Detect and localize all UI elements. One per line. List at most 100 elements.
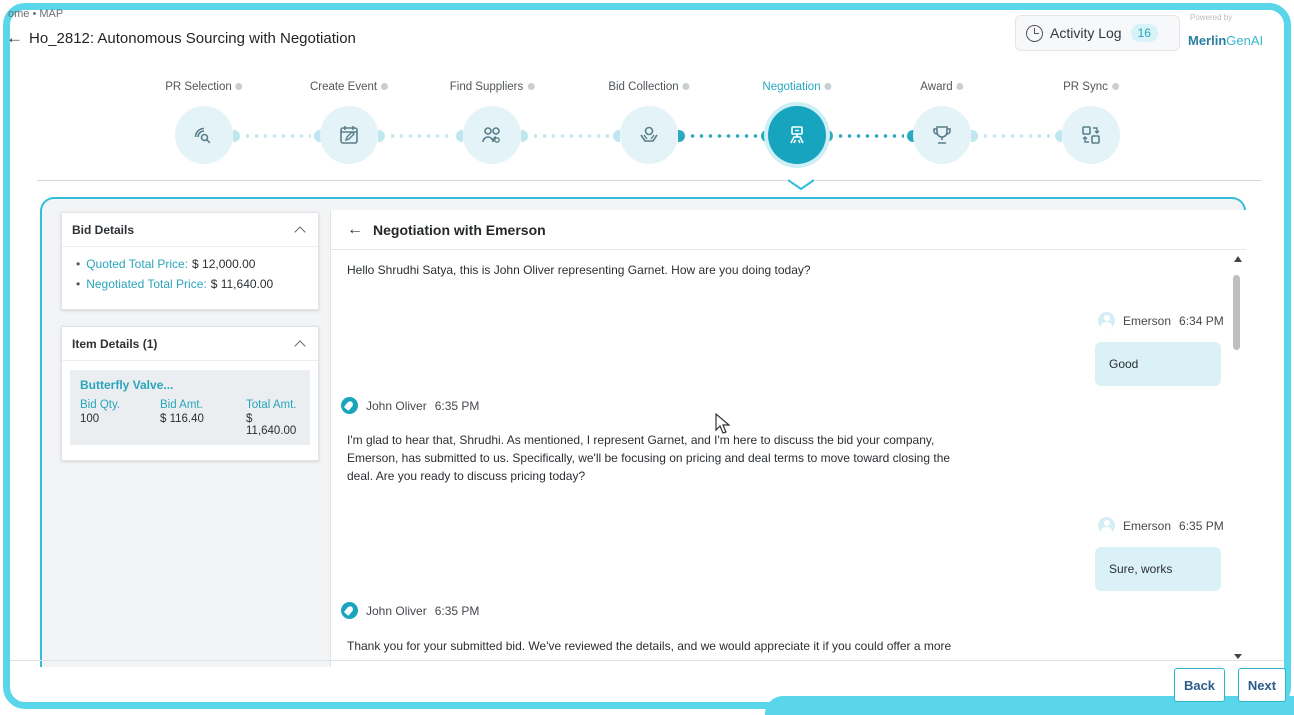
step-label-award[interactable]: Award <box>920 81 964 93</box>
people-search-icon <box>482 127 500 143</box>
total-amt-header: Total Amt. <box>246 399 297 411</box>
step-label-pr-selection[interactable]: PR Selection <box>165 81 243 93</box>
status-dot-icon <box>527 83 535 91</box>
step-connector <box>378 130 463 142</box>
trophy-icon <box>933 126 951 144</box>
reply-bubble: Sure, works <box>1095 547 1221 591</box>
chat-header: ← Negotiation with Emerson <box>331 210 1246 250</box>
hand-coin-icon <box>640 126 658 142</box>
title-row: ← Ho_2812: Autonomous Sourcing with Nego… <box>6 28 356 48</box>
step-connector <box>521 130 620 142</box>
sender-name: John Oliver <box>366 603 427 618</box>
status-dot-icon <box>235 83 243 91</box>
step-create-event[interactable] <box>320 106 378 164</box>
step-pr-selection[interactable] <box>175 106 233 164</box>
stepper-divider <box>37 180 1262 181</box>
user-avatar-icon <box>1098 517 1115 534</box>
step-connector <box>233 130 321 142</box>
step-connector-active <box>826 130 914 142</box>
message-sender: John Oliver 6:35 PM <box>341 397 479 414</box>
active-step-caret-icon <box>788 179 814 190</box>
step-label-text: PR Sync <box>1063 81 1108 93</box>
chat-scrollbar-thumb[interactable] <box>1233 275 1240 350</box>
step-label-negotiation[interactable]: Negotiation <box>762 81 832 93</box>
back-arrow-icon[interactable]: ← <box>6 28 23 48</box>
bid-amt-header: Bid Amt. <box>160 399 203 411</box>
sync-icon <box>1082 126 1100 144</box>
item-row[interactable]: Butterfly Valve... Bid Qty. Bid Amt. Tot… <box>70 370 310 445</box>
message-time: 6:35 PM <box>1179 518 1224 533</box>
bid-details-card: Bid Details Quoted Total Price:$ 12,000.… <box>61 212 319 310</box>
status-dot-icon <box>956 83 964 91</box>
back-button[interactable]: Back <box>1174 668 1225 702</box>
step-label-find-suppliers[interactable]: Find Suppliers <box>450 81 535 93</box>
step-bid-collection[interactable] <box>620 106 678 164</box>
quoted-price-value: $ 12,000.00 <box>192 257 256 271</box>
status-dot-icon <box>824 83 832 91</box>
footer-divider <box>10 660 1284 661</box>
step-award[interactable] <box>913 106 971 164</box>
bid-amt-value: $ 116.40 <box>160 413 204 425</box>
status-dot-icon <box>682 83 690 91</box>
message-time: 6:34 PM <box>1179 313 1224 328</box>
sender-name: Emerson <box>1123 313 1172 328</box>
negotiated-price-value: $ 11,640.00 <box>210 277 274 291</box>
sender-name: Emerson <box>1123 518 1172 533</box>
message-line: Emerson, has submitted to us. Specifical… <box>347 451 951 465</box>
step-negotiation[interactable] <box>768 106 826 164</box>
page-title: Ho_2812: Autonomous Sourcing with Negoti… <box>29 29 356 47</box>
item-details-header[interactable]: Item Details (1) <box>62 327 318 361</box>
bot-avatar-icon <box>341 602 358 619</box>
bid-qty-header: Bid Qty. <box>80 399 121 411</box>
sender-name: John Oliver <box>366 398 427 413</box>
activity-log-button[interactable]: Activity Log 16 <box>1015 15 1180 51</box>
reply-text: Sure, works <box>1109 562 1173 576</box>
item-details-title: Item Details (1) <box>72 336 158 351</box>
scroll-down-arrow-icon[interactable] <box>1234 654 1242 659</box>
reply-bubble: Good <box>1095 342 1221 386</box>
scroll-up-arrow-icon[interactable] <box>1234 256 1242 262</box>
message-line: I'm glad to hear that, Shrudhi. As menti… <box>347 433 935 447</box>
step-connector <box>971 130 1062 142</box>
quoted-price-label: Quoted Total Price: <box>86 257 189 271</box>
activity-count-badge: 16 <box>1130 24 1158 42</box>
activity-log-label: Activity Log <box>1050 25 1122 41</box>
step-label-pr-sync[interactable]: PR Sync <box>1063 81 1119 93</box>
bid-qty-value: 100 <box>80 413 100 425</box>
bid-details-header[interactable]: Bid Details <box>62 213 318 247</box>
message-line: deal. Are you ready to discuss pricing t… <box>347 469 586 483</box>
bid-details-list: Quoted Total Price:$ 12,000.00 Negotiate… <box>62 247 318 307</box>
message-time: 6:35 PM <box>434 398 480 413</box>
user-avatar-icon <box>1098 312 1115 329</box>
negotiated-price-label: Negotiated Total Price: <box>86 277 207 291</box>
brand-main: Merlin <box>1188 33 1227 48</box>
message-sender: Emerson 6:34 PM <box>1098 312 1224 329</box>
step-pr-sync[interactable] <box>1062 106 1120 164</box>
chat-message: Hello Shrudhi Satya, this is John Oliver… <box>347 263 811 277</box>
status-dot-icon <box>381 83 389 91</box>
step-label-text: PR Selection <box>165 81 232 93</box>
radar-search-icon <box>194 127 211 144</box>
message-line: Thank you for your submitted bid. We've … <box>347 639 952 653</box>
status-dot-icon <box>1111 83 1119 91</box>
item-details-card: Item Details (1) Butterfly Valve... Bid … <box>61 326 319 461</box>
step-label-create-event[interactable]: Create Event <box>309 81 389 93</box>
next-button[interactable]: Next <box>1238 668 1286 702</box>
step-find-suppliers[interactable] <box>463 106 521 164</box>
brand-logo: MerlinGenAI <box>1188 33 1263 48</box>
step-label-bid-collection[interactable]: Bid Collection <box>608 81 690 93</box>
clock-icon <box>1026 24 1043 42</box>
step-label-text: Find Suppliers <box>449 81 524 93</box>
negotiated-price-row: Negotiated Total Price:$ 11,640.00 <box>76 277 304 291</box>
chevron-up-icon[interactable] <box>294 225 306 238</box>
chevron-up-icon[interactable] <box>294 339 306 352</box>
chat-title: Negotiation with Emerson <box>373 221 546 238</box>
reply-text: Good <box>1109 357 1139 371</box>
step-label-text: Create Event <box>309 81 378 93</box>
breadcrumb[interactable]: ome • MAP <box>8 8 63 20</box>
item-grid: Bid Qty. Bid Amt. Total Amt. 100 $ 116.4… <box>80 399 300 437</box>
item-name[interactable]: Butterfly Valve... <box>80 378 300 392</box>
total-amt-value: $ 11,640.00 <box>246 413 297 437</box>
quoted-price-row: Quoted Total Price:$ 12,000.00 <box>76 257 304 271</box>
back-arrow-icon[interactable]: ← <box>347 221 363 239</box>
